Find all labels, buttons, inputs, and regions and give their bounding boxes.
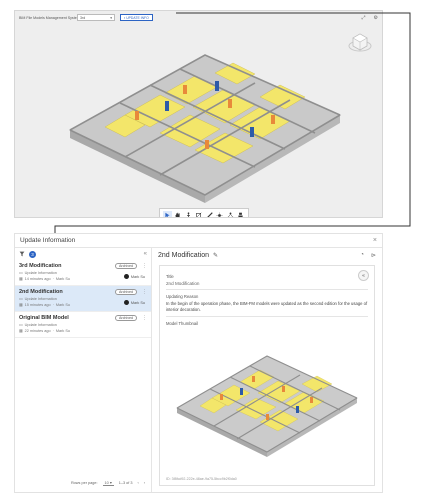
collapse-card-icon[interactable]: « (358, 270, 369, 281)
more-options-icon[interactable]: ⋮ (142, 315, 147, 321)
item-subtitle: Update Information (24, 296, 57, 301)
author-chip: Mark Su (123, 300, 145, 305)
section-box-icon[interactable] (194, 211, 203, 217)
list-item[interactable]: 3rd Modification ▭ Update Information ▦ 14… (15, 260, 151, 286)
page-root: BIM File Models Management System (BFMM)… (0, 0, 427, 500)
version-select-value: 3rd (80, 15, 86, 20)
filter-count-badge: 3 (29, 250, 36, 258)
status-badge: Archived (115, 289, 137, 295)
properties-icon[interactable] (236, 211, 245, 217)
reason-field-text[interactable]: In the begin of the operation phase, the… (166, 301, 368, 317)
rows-per-page-select[interactable]: 10 ▾ (102, 480, 114, 486)
more-options-icon[interactable]: ⋮ (142, 289, 147, 295)
document-icon: ▭ (19, 271, 23, 275)
next-page-icon[interactable]: › (144, 481, 145, 485)
more-options-icon[interactable]: ⋮ (142, 263, 147, 269)
calendar-icon: ▦ (19, 277, 23, 281)
item-time: 15 minutes ago (24, 302, 51, 307)
edit-pencil-icon[interactable]: ✎ (213, 252, 218, 259)
item-subtitle: Update Information (24, 270, 57, 275)
status-badge: Archived (115, 263, 137, 269)
detail-panel: 2nd Modification ✎ ◔ ⊳ « Title 2nd Modif… (152, 248, 382, 492)
list-toolbar: 3 « (15, 248, 151, 260)
prev-page-icon[interactable]: ‹ (137, 481, 138, 485)
title-field-value[interactable]: 2nd Modification (166, 281, 368, 290)
model-thumbnail (176, 355, 358, 457)
explode-icon[interactable] (215, 211, 224, 217)
document-icon: ▭ (19, 323, 23, 327)
app-title: BIM File Models Management System (BFMM) (19, 15, 77, 20)
viewer-top-bar: BIM File Models Management System (BFMM)… (15, 11, 382, 24)
item-meta-author: Mark Su (55, 276, 70, 281)
detail-card: « Title 2nd Modification Updating Reason… (159, 265, 375, 486)
modification-list-panel: 3 « 3rd Modification ▭ Update Information… (15, 248, 152, 492)
viewer-toolbar (159, 208, 249, 217)
avatar (123, 274, 129, 279)
author-chip: Mark Su (123, 274, 145, 279)
dialog-header: Update Information × (15, 234, 382, 248)
pagination: Rows per page: 10 ▾ 1–3 of 3 ‹ › (15, 478, 151, 488)
open-model-icon[interactable]: ⊳ (371, 252, 376, 259)
info-icon: ▪ (124, 15, 126, 20)
document-icon: ▭ (19, 297, 23, 301)
update-info-label: UPDATE INFO (126, 15, 149, 20)
rows-per-page-value: 10 (104, 481, 109, 485)
bim-viewer-panel: BIM File Models Management System (BFMM)… (14, 10, 383, 218)
fullscreen-icon[interactable]: ⤢ (362, 15, 366, 21)
measure-icon[interactable] (205, 211, 214, 217)
status-badge: Archived (115, 315, 137, 321)
filter-icon[interactable] (19, 251, 25, 257)
avatar (123, 300, 129, 305)
author-name: Mark Su (130, 300, 145, 305)
list-item[interactable]: Original BIM Model ▭ Update Information ▦… (15, 312, 151, 338)
model-id-text: ID: 3f8fcd92-222e-48ae-9a75-5bcc9b2f0da0 (166, 477, 237, 481)
pan-hand-icon[interactable] (173, 211, 182, 217)
rows-per-page-label: Rows per page: (70, 481, 98, 485)
item-meta-author: Mark Su (55, 302, 70, 307)
collapse-panel-icon[interactable]: « (144, 251, 147, 257)
model-tree-icon[interactable] (226, 211, 235, 217)
settings-gear-icon[interactable]: ⚙ (374, 15, 378, 21)
walk-icon[interactable] (184, 211, 193, 217)
detail-header: 2nd Modification ✎ ◔ ⊳ (152, 248, 382, 262)
calendar-icon: ▦ (19, 329, 23, 333)
author-name: Mark Su (130, 274, 145, 279)
thumbnail-label: Model Thumbnail (166, 321, 199, 326)
chevron-down-icon: ▾ (110, 15, 112, 20)
version-select[interactable]: 3rd ▾ (77, 14, 115, 21)
title-field-label: Title (166, 274, 174, 279)
reason-field-label: Updating Reason (166, 294, 199, 299)
detail-title: 2nd Modification (158, 251, 209, 259)
item-meta-author: Mark Su (55, 328, 70, 333)
cursor-icon[interactable] (162, 211, 172, 217)
item-time: 22 minutes ago (24, 328, 51, 333)
building-model-3d[interactable] (65, 45, 345, 205)
calendar-icon: ▦ (19, 303, 23, 307)
update-information-dialog: Update Information × 3 « 3rd Modificatio… (14, 233, 383, 493)
item-time: 14 minutes ago (24, 276, 51, 281)
dialog-title: Update Information (20, 237, 76, 244)
item-subtitle: Update Information (24, 322, 57, 327)
close-icon[interactable]: × (373, 237, 377, 244)
page-range: 1–3 of 3 (118, 481, 133, 485)
history-icon[interactable]: ◔ (360, 252, 364, 259)
list-item-selected[interactable]: 2nd Modification ▭ Update Information ▦ 15… (15, 286, 151, 312)
update-info-button[interactable]: ▪ UPDATE INFO (120, 14, 153, 21)
viewcube-icon[interactable] (348, 31, 372, 55)
